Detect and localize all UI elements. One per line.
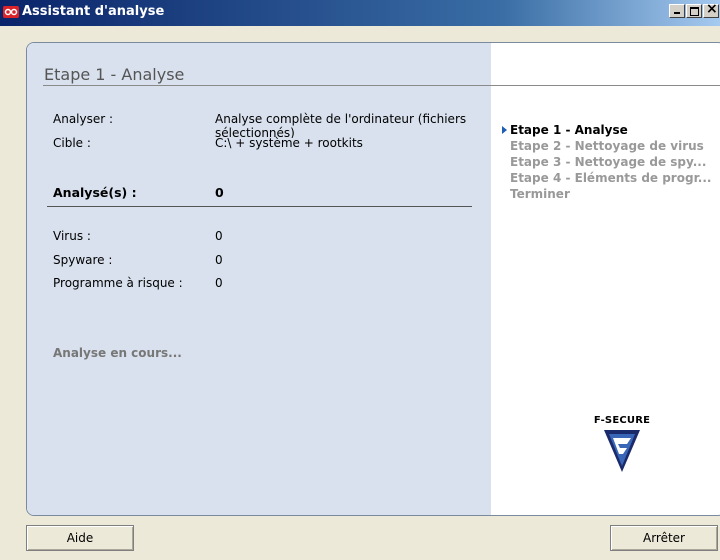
analysed-count: 0 [215,185,224,200]
spyware-label: Spyware : [53,253,113,267]
step-item-1: Etape 1 - Analyse [502,122,715,138]
wizard-steps: Etape 1 - Analyse Etape 2 - Nettoyage de… [502,122,715,202]
step-label: Etape 1 - Analyse [510,123,628,137]
title-bar[interactable]: Assistant d'analyse [0,0,720,26]
spyware-count: 0 [215,253,223,267]
close-button[interactable] [703,1,719,18]
target-value: C:\ + système + rootkits [215,136,363,150]
title-divider [43,85,720,86]
step-label: Etape 4 - Eléments de progr... [510,171,712,185]
analyse-label: Analyser : [53,112,114,126]
step-item-3: Etape 3 - Nettoyage de spy... [502,154,715,170]
scan-status: Analyse en cours... [53,346,182,360]
analysed-label: Analysé(s) : [53,185,137,200]
step-label: Etape 2 - Nettoyage de virus [510,139,704,153]
window-title: Assistant d'analyse [22,4,165,19]
results-divider [47,206,472,207]
fsecure-logo: F-SECURE [587,415,657,477]
current-step-arrow-icon [502,126,507,134]
step-item-4: Etape 4 - Eléments de progr... [502,170,715,186]
wizard-panel: Etape 1 - Analyse Analyser : Analyse com… [26,42,720,516]
risk-program-count: 0 [215,276,223,290]
virus-label: Virus : [53,229,91,243]
logo-text: F-SECURE [593,415,651,426]
step-label: Etape 3 - Nettoyage de spy... [510,155,707,169]
help-button[interactable]: Aide [26,525,134,551]
maximize-button[interactable] [686,4,702,18]
app-icon [3,6,19,18]
virus-count: 0 [215,229,223,243]
step-item-5: Terminer [502,186,715,202]
stop-button[interactable]: Arrêter [610,525,718,551]
page-title: Etape 1 - Analyse [44,65,185,84]
step-item-2: Etape 2 - Nettoyage de virus [502,138,715,154]
analyse-value: Analyse complète de l'ordinateur (fichie… [215,112,467,138]
step-label: Terminer [510,187,570,201]
risk-program-label: Programme à risque : [53,276,183,290]
minimize-button[interactable] [669,4,685,18]
window-controls [669,1,720,18]
fsecure-shield-icon [604,430,640,472]
target-label: Cible : [53,136,91,150]
